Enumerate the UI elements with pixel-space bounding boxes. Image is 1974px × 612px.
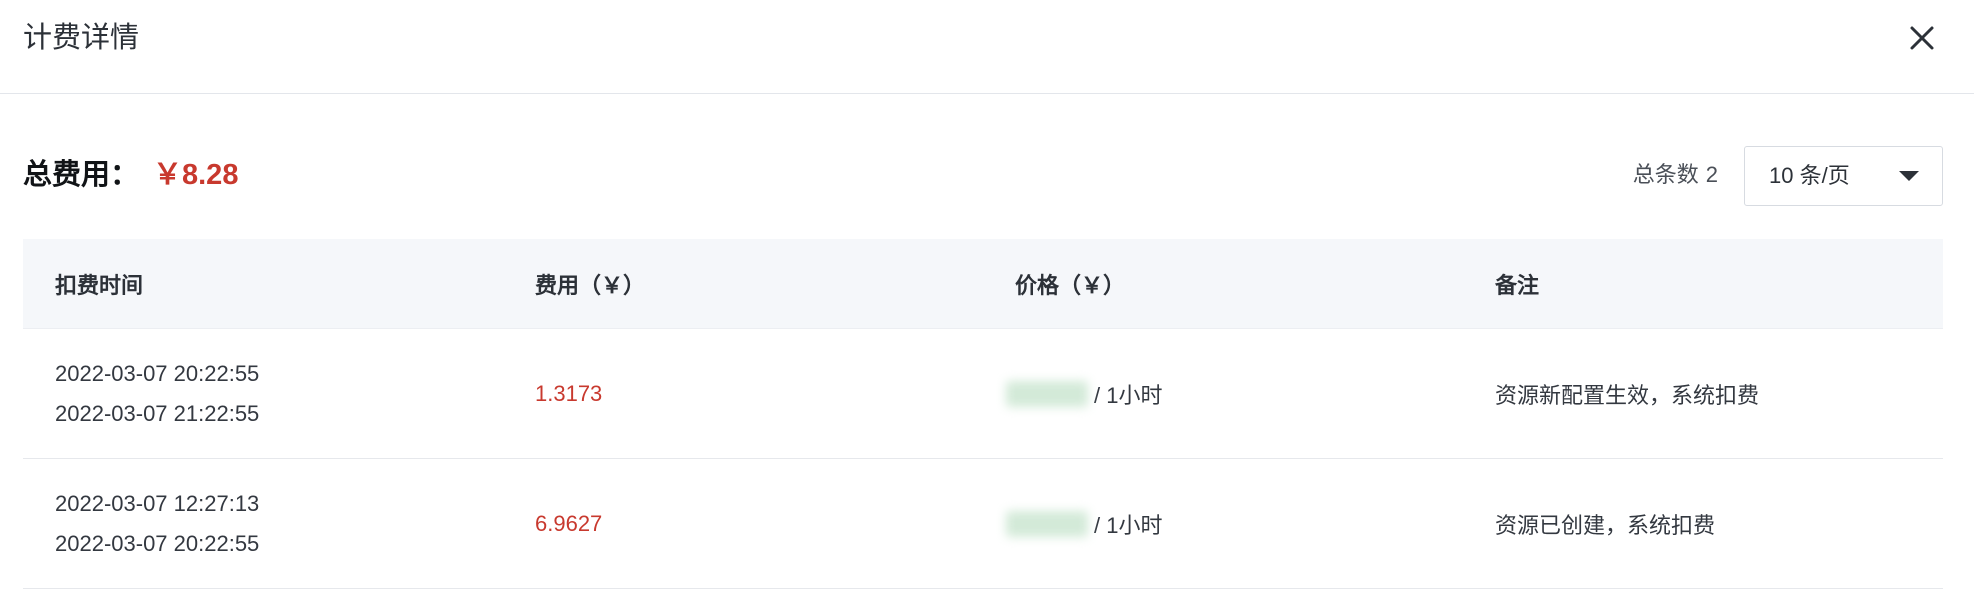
time-end: 2022-03-07 20:22:55 [55, 530, 260, 556]
caret-down-icon [1899, 171, 1919, 181]
dialog-title: 计费详情 [23, 22, 140, 54]
deduct-time-cell: 2022-03-07 20:22:55 2022-03-07 21:22:55 [23, 329, 503, 458]
blurred-price [1006, 510, 1088, 537]
billing-table: 扣费时间 费用（￥） 价格（￥） 备注 2022-03-07 20:22:55 … [23, 239, 1943, 589]
time-start: 2022-03-07 12:27:13 [55, 490, 260, 516]
total-cost-label: 总费用： [23, 159, 140, 191]
blurred-price [1006, 380, 1088, 407]
total-count-label: 总条数 [1632, 162, 1699, 187]
price-cell: / 1小时 [983, 329, 1463, 458]
note-cell: 资源已创建，系统扣费 [1495, 512, 1716, 538]
column-header-deduct-time: 扣费时间 [55, 272, 144, 298]
page-size-value: 10 条/页 [1769, 163, 1850, 188]
table-row: 2022-03-07 12:27:13 2022-03-07 20:22:55 … [23, 459, 1943, 589]
close-button[interactable] [1906, 22, 1938, 54]
price-unit: / 1小时 [1094, 382, 1163, 408]
price-cell: / 1小时 [983, 459, 1463, 588]
page-size-select[interactable]: 10 条/页 [1744, 146, 1943, 206]
price-unit: / 1小时 [1094, 512, 1163, 538]
dialog-header: 计费详情 [0, 0, 1974, 94]
table-header: 扣费时间 费用（￥） 价格（￥） 备注 [23, 239, 1943, 329]
deduct-time-cell: 2022-03-07 12:27:13 2022-03-07 20:22:55 [23, 459, 503, 588]
column-header-fee: 费用（￥） [535, 272, 646, 298]
column-header-note: 备注 [1495, 272, 1540, 298]
note-cell: 资源新配置生效，系统扣费 [1495, 382, 1760, 408]
fee-cell: 6.9627 [535, 510, 603, 536]
column-header-price: 价格（￥） [1015, 272, 1126, 298]
time-end: 2022-03-07 21:22:55 [55, 400, 260, 426]
close-icon [1910, 26, 1934, 50]
total-count: 总条数 2 [1633, 161, 1718, 189]
time-start: 2022-03-07 20:22:55 [55, 360, 260, 386]
total-count-value: 2 [1705, 162, 1718, 187]
table-row: 2022-03-07 20:22:55 2022-03-07 21:22:55 … [23, 329, 1943, 459]
fee-cell: 1.3173 [535, 380, 603, 406]
total-cost-value: ￥8.28 [153, 159, 239, 191]
billing-detail-dialog: 计费详情 总费用： ￥8.28 总条数 2 10 条/页 扣费时间 费用（￥） 价… [0, 0, 1974, 612]
